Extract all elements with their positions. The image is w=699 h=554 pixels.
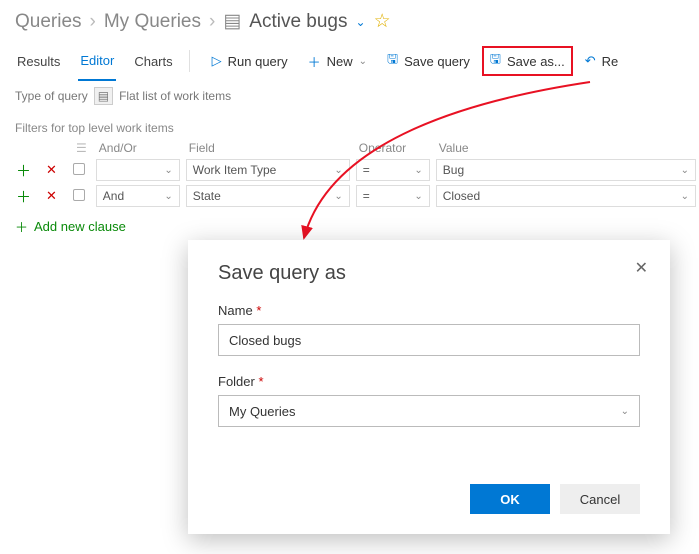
- col-andor: And/Or: [93, 139, 183, 157]
- tab-results[interactable]: Results: [15, 41, 62, 81]
- field-select[interactable]: Work Item Type⌄: [186, 159, 350, 181]
- checklist-icon[interactable]: ☰: [76, 141, 87, 155]
- operator-select[interactable]: =⌄: [356, 185, 430, 207]
- plus-icon: ＋: [308, 52, 321, 71]
- filter-row: ＋ ✕ And⌄ State⌄ =⌄ Closed⌄: [10, 183, 699, 209]
- andor-select[interactable]: ⌄: [96, 159, 180, 181]
- row-checkbox[interactable]: [73, 189, 85, 201]
- cancel-button[interactable]: Cancel: [560, 484, 640, 514]
- play-icon: ▷: [212, 53, 222, 69]
- revert-button[interactable]: ↶ Re: [577, 49, 627, 73]
- filters-header: Filters for top level work items: [0, 111, 699, 139]
- add-row-icon[interactable]: ＋: [13, 163, 34, 180]
- delete-row-icon[interactable]: ✕: [43, 188, 60, 203]
- save-query-button[interactable]: 🖫 Save query: [379, 46, 478, 76]
- chevron-down-icon: ⌄: [621, 406, 629, 417]
- run-query-button[interactable]: ▷ Run query: [204, 49, 296, 73]
- breadcrumb: Queries › My Queries › ▤ Active bugs ⌄ ☆: [0, 0, 699, 41]
- add-clause-label: Add new clause: [34, 219, 126, 234]
- run-query-label: Run query: [228, 54, 288, 69]
- filters-table: ☰ And/Or Field Operator Value ＋ ✕ ⌄ Work…: [10, 139, 699, 209]
- save-as-button[interactable]: 🖫 Save as...: [482, 46, 573, 76]
- tab-editor[interactable]: Editor: [78, 41, 116, 81]
- value-select[interactable]: Closed⌄: [436, 185, 696, 207]
- value-select[interactable]: Bug⌄: [436, 159, 696, 181]
- delete-row-icon[interactable]: ✕: [43, 162, 60, 177]
- chevron-down-icon[interactable]: ⌄: [356, 15, 366, 29]
- toolbar: Results Editor Charts ▷ Run query ＋ New …: [0, 41, 699, 81]
- col-operator: Operator: [353, 139, 433, 157]
- tab-charts[interactable]: Charts: [132, 41, 174, 81]
- filter-row: ＋ ✕ ⌄ Work Item Type⌄ =⌄ Bug⌄: [10, 157, 699, 183]
- name-label: Name *: [218, 303, 640, 318]
- close-icon[interactable]: ✕: [635, 258, 648, 278]
- add-new-clause[interactable]: ＋ Add new clause: [0, 209, 699, 244]
- operator-select[interactable]: =⌄: [356, 159, 430, 181]
- ok-button[interactable]: OK: [470, 484, 550, 514]
- favorite-icon[interactable]: ☆: [374, 10, 391, 33]
- folder-select[interactable]: My Queries ⌄: [218, 395, 640, 427]
- new-label: New: [327, 54, 353, 69]
- chevron-right-icon: ›: [209, 11, 215, 33]
- list-icon: ▤: [223, 10, 241, 33]
- chevron-down-icon: ⌄: [359, 56, 367, 67]
- tabs: Results Editor Charts: [15, 41, 175, 81]
- save-query-as-dialog: Save query as ✕ Name * Closed bugs Folde…: [188, 240, 670, 534]
- add-row-icon[interactable]: ＋: [13, 189, 34, 206]
- new-button[interactable]: ＋ New ⌄: [300, 48, 375, 75]
- chevron-right-icon: ›: [90, 11, 96, 33]
- query-type-row: Type of query ▤ Flat list of work items: [0, 81, 699, 111]
- breadcrumb-mid[interactable]: My Queries: [104, 11, 201, 33]
- query-type-label: Type of query: [15, 89, 88, 103]
- plus-icon: ＋: [15, 217, 28, 236]
- save-label: Save query: [404, 54, 470, 69]
- breadcrumb-leaf[interactable]: Active bugs: [249, 11, 347, 33]
- query-type-value: Flat list of work items: [119, 89, 231, 103]
- andor-select[interactable]: And⌄: [96, 185, 180, 207]
- col-value: Value: [433, 139, 699, 157]
- revert-label: Re: [602, 54, 619, 69]
- undo-icon: ↶: [585, 53, 596, 69]
- folder-label: Folder *: [218, 374, 640, 389]
- save-as-icon: 🖫: [490, 50, 501, 72]
- row-checkbox[interactable]: [73, 163, 85, 175]
- save-icon: 🖫: [387, 50, 398, 72]
- flat-list-icon[interactable]: ▤: [94, 87, 113, 105]
- field-select[interactable]: State⌄: [186, 185, 350, 207]
- name-input[interactable]: Closed bugs: [218, 324, 640, 356]
- dialog-title: Save query as: [218, 262, 640, 285]
- col-field: Field: [183, 139, 353, 157]
- save-as-label: Save as...: [507, 54, 565, 69]
- breadcrumb-root[interactable]: Queries: [15, 11, 82, 33]
